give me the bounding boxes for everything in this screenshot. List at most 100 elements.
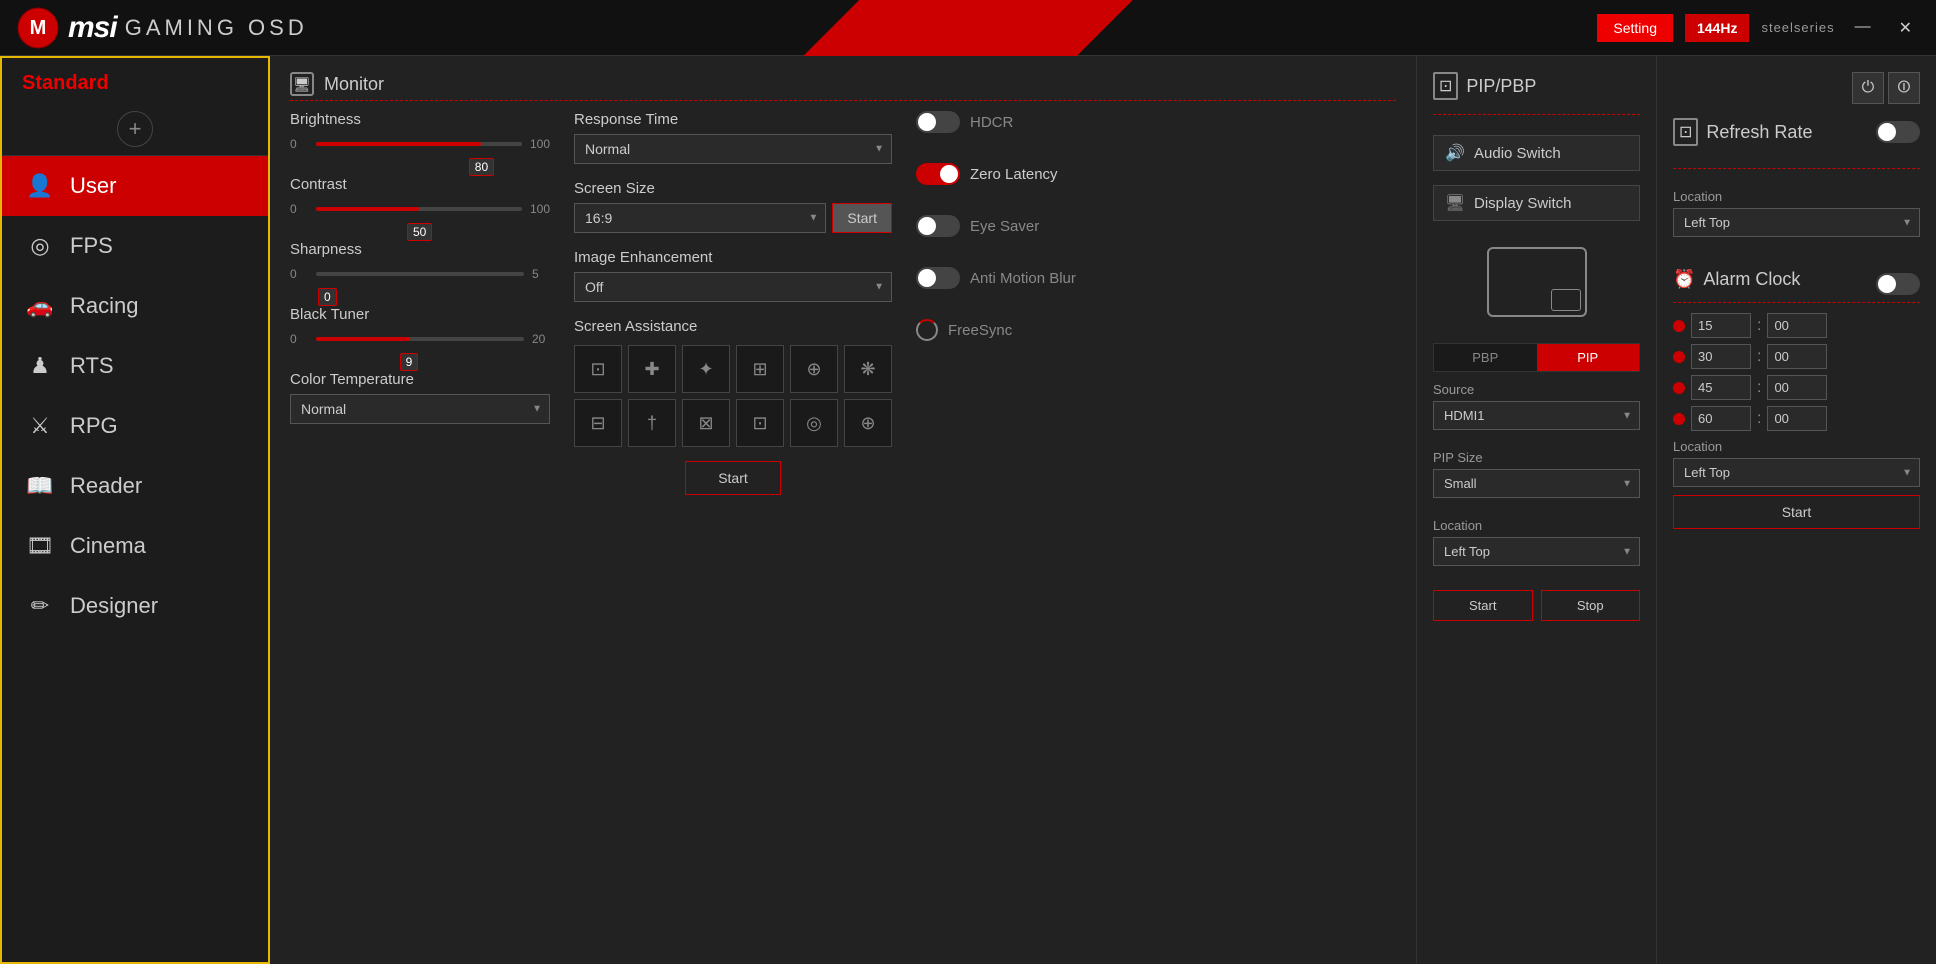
image-enhancement-group: Image Enhancement Off Low Medium High St…: [574, 249, 892, 302]
assist-btn-3[interactable]: ✦: [682, 345, 730, 393]
alarm-location-label: Location: [1673, 439, 1920, 454]
assist-btn-7[interactable]: ⊟: [574, 399, 622, 447]
title-bar-right: Setting 144Hz steelseries — ✕: [1597, 14, 1920, 42]
add-profile-button[interactable]: +: [117, 111, 153, 147]
close-button[interactable]: ✕: [1891, 14, 1920, 42]
brightness-slider[interactable]: 80: [316, 134, 522, 154]
minimize-button[interactable]: —: [1847, 14, 1879, 42]
refresh-rate-toggle[interactable]: [1876, 121, 1920, 143]
pip-start-button[interactable]: Start: [1433, 590, 1533, 621]
assist-btn-5[interactable]: ⊕: [790, 345, 838, 393]
pip-pbp-title: ⊡ PIP/PBP: [1433, 72, 1640, 100]
title-bar-left: M msi GAMING OSD: [16, 6, 308, 50]
refresh-location-select[interactable]: Left Top Right Top Left Bottom Right Bot…: [1673, 208, 1920, 237]
response-time-select[interactable]: Normal Fast Fastest: [574, 134, 892, 164]
color-temp-label: Color Temperature: [290, 371, 550, 388]
display-switch-row[interactable]: 🖥 Display Switch: [1433, 185, 1640, 221]
sidebar-item-rts[interactable]: ♟ RTS: [2, 336, 268, 396]
audio-switch-row[interactable]: 🔊 Audio Switch: [1433, 135, 1640, 171]
alarm-clock-icon: ⏰: [1673, 269, 1695, 290]
source-select[interactable]: HDMI1 HDMI2 DisplayPort: [1433, 401, 1640, 430]
alarm-hour-2[interactable]: 30: [1691, 344, 1751, 369]
assist-btn-12[interactable]: ⊕: [844, 399, 892, 447]
pip-location-label: Location: [1433, 518, 1640, 533]
power-off-button[interactable]: ⏼: [1888, 72, 1920, 104]
assist-btn-8[interactable]: †: [628, 399, 676, 447]
pip-size-select[interactable]: Small Medium Large: [1433, 469, 1640, 498]
alarm-location-select[interactable]: Left Top Right Top Left Bottom Right Bot…: [1673, 458, 1920, 487]
sharpness-slider[interactable]: 0: [316, 264, 524, 284]
alarm-hour-1[interactable]: 15: [1691, 313, 1751, 338]
alarm-row-4: 60 : 00: [1673, 406, 1920, 431]
pip-size-select-wrapper: Small Medium Large: [1433, 469, 1640, 498]
sharpness-group: Sharpness 0 0 5: [290, 241, 550, 284]
alarm-min-3[interactable]: 00: [1767, 375, 1827, 400]
alarm-clock-section: ⏰ Alarm Clock 15 : 00: [1673, 269, 1920, 529]
alarm-min-1[interactable]: 00: [1767, 313, 1827, 338]
color-temp-group: Color Temperature Normal Cool Warm: [290, 371, 550, 424]
alarm-row-2: 30 : 00: [1673, 344, 1920, 369]
alarm-start-button[interactable]: Start: [1673, 495, 1920, 529]
sidebar-item-cinema[interactable]: 🎞 Cinema: [2, 516, 268, 576]
screen-size-select[interactable]: 16:9 4:3 Auto: [574, 203, 826, 233]
contrast-track: [316, 207, 522, 211]
sidebar-item-reader[interactable]: 📖 Reader: [2, 456, 268, 516]
black-tuner-group: Black Tuner 0 9 20: [290, 306, 550, 349]
alarm-dot-2: [1673, 351, 1685, 363]
screen-size-start-button[interactable]: Start: [832, 203, 892, 233]
power-on-button[interactable]: ⏻: [1852, 72, 1884, 104]
color-temp-select-wrapper: Normal Cool Warm: [290, 394, 550, 424]
pip-location-group: Location Left Top Right Top Left Bottom …: [1433, 518, 1640, 566]
refresh-rate-section: ⊡ Refresh Rate: [1673, 118, 1920, 146]
anti-motion-blur-toggle[interactable]: [916, 267, 960, 289]
pip-icon: ⊡: [1433, 72, 1458, 100]
eye-saver-toggle[interactable]: [916, 215, 960, 237]
sidebar-item-racing[interactable]: 🚗 Racing: [2, 276, 268, 336]
assist-btn-11[interactable]: ◎: [790, 399, 838, 447]
brightness-slider-row: 0 80 100: [290, 134, 550, 154]
hdcr-toggle[interactable]: [916, 111, 960, 133]
sidebar-item-fps[interactable]: ◎ FPS: [2, 216, 268, 276]
fps-icon: ◎: [26, 232, 54, 260]
response-time-label: Response Time: [574, 111, 892, 128]
freesync-label: FreeSync: [948, 322, 1012, 339]
pip-preview-inner: [1551, 289, 1581, 311]
brightness-fill: [316, 142, 481, 146]
assist-btn-4[interactable]: ⊞: [736, 345, 784, 393]
pip-preview: [1487, 247, 1587, 317]
assist-btn-2[interactable]: ✚: [628, 345, 676, 393]
pbp-tab[interactable]: PBP: [1434, 344, 1537, 371]
sidebar-item-designer[interactable]: ✏ Designer: [2, 576, 268, 636]
image-enhancement-select[interactable]: Off Low Medium High Strongest: [574, 272, 892, 302]
hdcr-row: HDCR: [916, 111, 1116, 133]
setting-button[interactable]: Setting: [1597, 14, 1673, 42]
pip-location-select[interactable]: Left Top Right Top Left Bottom Right Bot…: [1433, 537, 1640, 566]
screen-size-row: 16:9 4:3 Auto Start: [574, 203, 892, 233]
screen-assistance-start-button[interactable]: Start: [685, 461, 781, 495]
pip-tab[interactable]: PIP: [1537, 344, 1640, 371]
black-tuner-slider[interactable]: 9: [316, 329, 524, 349]
main-layout: Standard + 👤 User ◎ FPS 🚗 Racing ♟ RTS ⚔…: [0, 56, 1936, 964]
assist-btn-10[interactable]: ⊡: [736, 399, 784, 447]
sharpness-max: 5: [532, 267, 550, 281]
assist-btn-9[interactable]: ⊠: [682, 399, 730, 447]
color-temp-select[interactable]: Normal Cool Warm: [290, 394, 550, 424]
black-tuner-fill: [316, 337, 410, 341]
sidebar-item-rpg[interactable]: ⚔ RPG: [2, 396, 268, 456]
assist-btn-1[interactable]: ⊡: [574, 345, 622, 393]
pip-preview-container: [1433, 239, 1640, 325]
alarm-min-4[interactable]: 00: [1767, 406, 1827, 431]
contrast-group: Contrast 0 50 100: [290, 176, 550, 219]
pip-stop-button[interactable]: Stop: [1541, 590, 1641, 621]
alarm-clock-toggle[interactable]: [1876, 273, 1920, 295]
alarm-min-2[interactable]: 00: [1767, 344, 1827, 369]
cinema-icon: 🎞: [26, 532, 54, 560]
assist-btn-6[interactable]: ❋: [844, 345, 892, 393]
alarm-hour-3[interactable]: 45: [1691, 375, 1751, 400]
audio-switch-icon: 🔊: [1444, 142, 1466, 164]
alarm-dot-1: [1673, 320, 1685, 332]
zero-latency-toggle[interactable]: [916, 163, 960, 185]
alarm-hour-4[interactable]: 60: [1691, 406, 1751, 431]
sidebar-item-user[interactable]: 👤 User: [2, 156, 268, 216]
contrast-slider[interactable]: 50: [316, 199, 522, 219]
